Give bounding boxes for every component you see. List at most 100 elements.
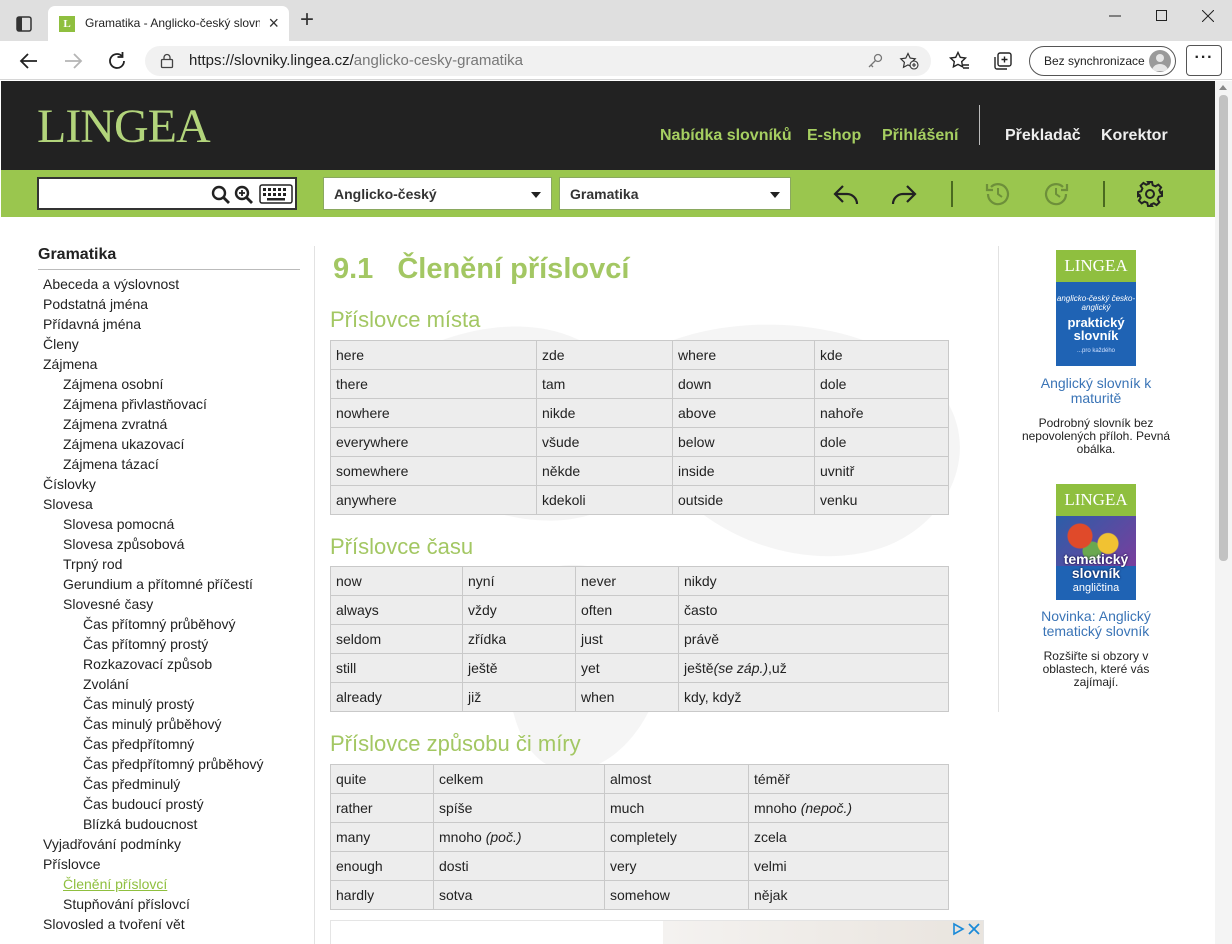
promo-link-tematicky[interactable]: Novinka: Anglický tematický slovník bbox=[1016, 609, 1176, 639]
sidebar-item[interactable]: Čas budoucí prostý bbox=[38, 794, 308, 814]
table-row: enough dosti very velmi bbox=[330, 851, 949, 881]
sidebar-item[interactable]: Podstatná jména bbox=[38, 294, 308, 314]
adverb-table-time: now nyní never nikdy always vždy often často sel… bbox=[330, 566, 949, 712]
table-row: still ještě yet ještě(se záp.),už bbox=[330, 653, 949, 683]
page-title-number: 9.1 bbox=[333, 253, 374, 285]
nav-link-prihlaseni[interactable]: Přihlášení bbox=[882, 127, 958, 145]
maximize-icon[interactable] bbox=[1142, 4, 1182, 28]
sidebar-item[interactable]: Zájmena bbox=[38, 354, 308, 374]
dictionary-select[interactable]: Anglicko-český bbox=[323, 177, 552, 210]
toolbar-divider bbox=[1103, 181, 1105, 207]
redo-arrow-icon[interactable] bbox=[889, 179, 919, 209]
sidebar-item[interactable]: Slovosled a tvoření vět bbox=[38, 914, 308, 934]
sync-label: Bez synchronizace bbox=[1044, 54, 1145, 68]
adchoices-icon[interactable] bbox=[951, 922, 965, 936]
table-cell: mnoho (nepoč.) bbox=[748, 793, 949, 823]
sidebar-item[interactable]: Čas přítomný průběhový bbox=[38, 614, 308, 634]
lock-icon[interactable] bbox=[160, 53, 174, 69]
sidebar-item[interactable]: Příslovce bbox=[38, 854, 308, 874]
sidebar-divider bbox=[38, 269, 300, 270]
sidebar-item[interactable]: Blízká budoucnost bbox=[38, 814, 308, 834]
dictionary-select-value: Anglicko-český bbox=[334, 186, 437, 202]
sidebar-item[interactable]: Členění příslovcí bbox=[38, 874, 308, 894]
table-cell: now bbox=[330, 566, 463, 596]
sidebar-item[interactable]: Abeceda a výslovnost bbox=[38, 274, 308, 294]
collections-icon[interactable] bbox=[992, 50, 1014, 72]
back-arrow-icon[interactable] bbox=[18, 50, 40, 72]
sidebar-item[interactable]: Slovesa způsobová bbox=[38, 534, 308, 554]
table-cell: venku bbox=[814, 485, 949, 515]
sidebar-item[interactable]: Čas přítomný prostý bbox=[38, 634, 308, 654]
tab-actions-icon[interactable] bbox=[13, 13, 35, 35]
section-select[interactable]: Gramatika bbox=[559, 177, 791, 210]
book-brand: LINGEA bbox=[1056, 484, 1136, 516]
forward-arrow-icon[interactable] bbox=[62, 50, 84, 72]
page-scrollbar[interactable] bbox=[1215, 81, 1232, 944]
lingea-logo[interactable]: LINGEA bbox=[37, 99, 211, 154]
add-favorite-icon[interactable] bbox=[899, 52, 919, 70]
settings-more-button[interactable]: ··· bbox=[1186, 45, 1222, 76]
sidebar-item[interactable]: Trpný rod bbox=[38, 554, 308, 574]
history-forward-icon[interactable] bbox=[1041, 179, 1071, 209]
sidebar-item[interactable]: Vyjadřování podmínky bbox=[38, 834, 308, 854]
zoom-plus-icon[interactable] bbox=[234, 185, 254, 205]
sidebar-item[interactable]: Zájmena osobní bbox=[38, 374, 308, 394]
table-cell: zřídka bbox=[462, 624, 576, 654]
sidebar-item[interactable]: Zájmena přivlastňovací bbox=[38, 394, 308, 414]
refresh-icon[interactable] bbox=[106, 50, 128, 72]
table-cell: many bbox=[330, 822, 434, 852]
keyboard-icon[interactable] bbox=[259, 184, 293, 204]
key-icon[interactable] bbox=[867, 53, 883, 69]
nav-link-korektor[interactable]: Korektor bbox=[1101, 127, 1168, 145]
promo-link-maturita[interactable]: Anglický slovník k maturitě bbox=[1016, 376, 1176, 406]
sidebar-item[interactable]: Číslovky bbox=[38, 474, 308, 494]
sidebar-item[interactable]: Přídavná jména bbox=[38, 314, 308, 334]
nav-link-nabidka-slovniku[interactable]: Nabídka slovníků bbox=[660, 127, 792, 145]
url-bar[interactable]: https://slovniky.lingea.cz/anglicko-cesk… bbox=[145, 46, 931, 76]
sidebar-item[interactable]: Stupňování příslovcí bbox=[38, 894, 308, 914]
sidebar-item[interactable]: Zájmena zvratná bbox=[38, 414, 308, 434]
sidebar-item[interactable]: Čas předpřítomný bbox=[38, 734, 308, 754]
book-title: tematický slovník bbox=[1063, 551, 1129, 581]
sidebar-item[interactable]: Čas předminulý bbox=[38, 774, 308, 794]
close-window-icon[interactable] bbox=[1188, 4, 1228, 28]
search-input[interactable] bbox=[43, 182, 203, 204]
nav-link-eshop[interactable]: E-shop bbox=[807, 127, 861, 145]
table-row: already již when kdy, když bbox=[330, 682, 949, 712]
close-ad-icon[interactable] bbox=[967, 922, 981, 936]
sidebar-item[interactable]: Rozkazovací způsob bbox=[38, 654, 308, 674]
sidebar-item[interactable]: Zájmena ukazovací bbox=[38, 434, 308, 454]
sidebar-item[interactable]: Zájmena tázací bbox=[38, 454, 308, 474]
book-cover-tematicky-slovnik[interactable]: LINGEA tematický slovník angličtina bbox=[1056, 484, 1136, 600]
sidebar-item[interactable]: Čas minulý prostý bbox=[38, 694, 308, 714]
tab-close-icon[interactable]: × bbox=[268, 13, 279, 33]
browser-tab[interactable]: L Gramatika - Anglicko-český slovník × bbox=[48, 6, 289, 41]
nav-link-prekladac[interactable]: Překladač bbox=[1005, 127, 1081, 145]
scroll-up-icon[interactable] bbox=[1219, 85, 1227, 90]
history-back-icon[interactable] bbox=[983, 179, 1013, 209]
undo-arrow-icon[interactable] bbox=[831, 179, 861, 209]
sidebar-item[interactable]: Čas předpřítomný průběhový bbox=[38, 754, 308, 774]
sidebar-item[interactable]: Zvolání bbox=[38, 674, 308, 694]
table-cell: hardly bbox=[330, 880, 434, 910]
sidebar-item[interactable]: Členy bbox=[38, 334, 308, 354]
book-cover-prakticky-slovnik[interactable]: LINGEA anglicko-český česko-anglický pra… bbox=[1056, 250, 1136, 366]
minimize-icon[interactable] bbox=[1095, 4, 1135, 28]
sidebar-item[interactable]: Slovesa bbox=[38, 494, 308, 514]
search-toolbar: Anglicko-český Gramatika bbox=[1, 170, 1215, 217]
sidebar-item[interactable]: Gerundium a přítomné příčestí bbox=[38, 574, 308, 594]
table-cell: just bbox=[575, 624, 679, 654]
search-icon[interactable] bbox=[211, 185, 231, 205]
page-title-text: Členění příslovcí bbox=[397, 253, 630, 285]
advertisement-banner[interactable] bbox=[330, 920, 984, 944]
url-path: anglicko-cesky-gramatika bbox=[353, 52, 524, 69]
favorites-icon[interactable] bbox=[948, 50, 970, 72]
sidebar-item[interactable]: Slovesa pomocná bbox=[38, 514, 308, 534]
gear-icon[interactable] bbox=[1135, 179, 1165, 209]
sidebar-item[interactable]: Čas minulý průběhový bbox=[38, 714, 308, 734]
table-cell: již bbox=[462, 682, 576, 712]
scrollbar-thumb[interactable] bbox=[1219, 95, 1228, 561]
new-tab-icon[interactable]: + bbox=[296, 8, 318, 32]
sync-profile-button[interactable]: Bez synchronizace bbox=[1029, 46, 1176, 76]
sidebar-item[interactable]: Slovesné časy bbox=[38, 594, 308, 614]
